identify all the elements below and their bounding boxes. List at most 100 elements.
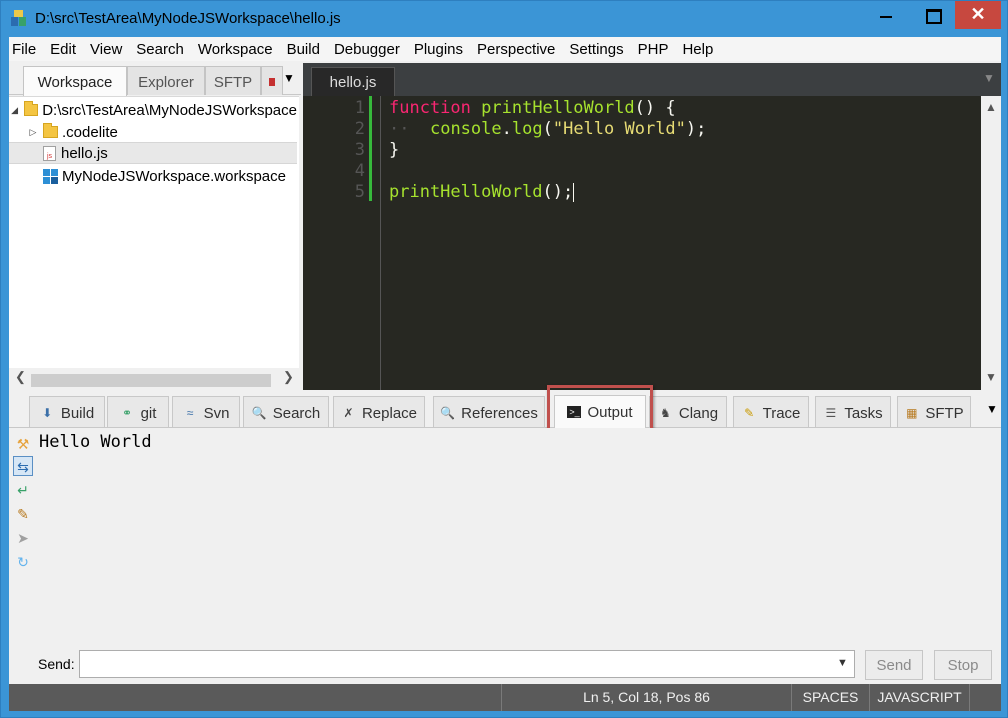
tab-sftp-output[interactable]: ▦ SFTP [897,396,971,427]
scroll-up-icon[interactable]: ▲ [985,100,997,114]
language-status[interactable]: JAVASCRIPT [869,684,969,711]
tree-item-workspace-file[interactable]: MyNodeJSWorkspace.workspace [9,165,297,187]
collapsed-triangle-icon[interactable]: ▷ [27,127,39,138]
object-token: console [429,119,502,139]
close-icon: ✕ [970,4,986,24]
tab-tasks[interactable]: ☰ Tasks [815,396,891,427]
tab-label: Tasks [844,405,883,422]
tab-sftp[interactable]: SFTP [205,66,261,95]
scroll-right-icon[interactable]: ❯ [283,369,294,385]
tree-item-codelite[interactable]: ▷ .codelite [9,121,297,143]
tab-workspace[interactable]: Workspace [23,66,127,96]
function-token: printHelloWorld [389,182,543,202]
clear-broom-icon[interactable]: ✎ [13,504,33,524]
scroll-left-icon[interactable]: ❮ [15,369,26,385]
tab-overflow[interactable] [261,66,283,95]
code-editor[interactable]: 1 2 3 4 5 function printHelloWorld() { ·… [303,96,981,390]
minimize-button[interactable] [863,1,909,29]
text-caret [573,182,575,202]
menu-perspective[interactable]: Perspective [477,41,555,58]
vertical-scrollbar[interactable]: ▲ ▼ [981,96,1001,390]
title-bar[interactable]: D:\src\TestArea\MyNodeJSWorkspace\hello.… [1,1,1007,37]
workspace-icon [43,168,58,184]
editor-tab-hello-js[interactable]: hello.js [311,67,395,96]
send-input[interactable] [79,650,855,678]
maximize-button[interactable] [909,1,955,29]
replace-icon: ✗ [343,406,354,420]
build-icon: ⬇ [42,406,53,420]
tab-label: Clang [678,405,719,422]
code-line-5: printHelloWorld(); [389,182,575,203]
hammer-icon[interactable]: ⚒ [13,434,33,454]
menu-workspace[interactable]: Workspace [198,41,273,58]
menu-view[interactable]: View [90,41,122,58]
editor-tabs: hello.js ▼ [303,63,1001,96]
output-text: Hello World [39,432,152,452]
tab-build[interactable]: ⬇ Build [29,396,105,427]
tab-label: Svn [203,405,230,422]
clang-icon: ♞ [660,406,671,420]
codelite-app-icon [11,10,26,26]
chevron-down-icon[interactable]: ▼ [983,71,995,85]
tab-git[interactable]: ⚭ git [107,396,169,427]
tab-label: Search [272,405,321,422]
cursor-position-status: Ln 5, Col 18, Pos 86 [501,684,791,711]
menu-php[interactable]: PHP [638,41,669,58]
indentation-status[interactable]: SPACES [791,684,869,711]
tree-item-label: .codelite [62,123,118,141]
word-wrap-toggle-icon[interactable]: ⇆ [13,456,33,476]
tree-item-label: MyNodeJSWorkspace.workspace [62,167,286,185]
sftp-icon: ▦ [906,406,918,420]
resize-grip-icon[interactable] [969,684,1001,711]
send-button[interactable]: Send [865,650,923,680]
tab-search[interactable]: 🔍 Search [243,396,329,427]
menu-help[interactable]: Help [682,41,713,58]
function-token: log [511,119,543,139]
chevron-down-icon[interactable]: ▼ [283,71,295,85]
punctuation-token: (); [542,182,574,202]
tab-svn[interactable]: ≈ Svn [172,396,240,427]
line-number: 5 [354,182,365,202]
tab-label: Build [60,405,95,422]
tab-explorer[interactable]: Explorer [127,66,205,95]
tab-label: Trace [762,405,801,422]
svn-icon: ≈ [186,406,194,420]
tasks-icon: ☰ [825,406,837,420]
tree-item-workspace-root[interactable]: ◢ D:\src\TestArea\MyNodeJSWorkspace [9,99,297,121]
menu-plugins[interactable]: Plugins [414,41,463,58]
send-paper-plane-icon[interactable]: ➤ [13,528,33,548]
menu-build[interactable]: Build [287,41,320,58]
menu-settings[interactable]: Settings [569,41,623,58]
redo-icon[interactable]: ↵ [13,480,33,500]
scrollbar-thumb[interactable] [31,374,271,387]
modified-lines-marker [369,96,372,201]
horizontal-scrollbar[interactable]: ❮ ❯ [9,368,299,388]
scroll-down-icon[interactable]: ▼ [985,370,997,384]
tab-trace[interactable]: ✎ Trace [733,396,809,427]
menu-search[interactable]: Search [136,41,184,58]
tab-label: Replace [361,405,418,422]
folder-icon [24,101,39,116]
output-pane: ⚒ ⇆ ↵ ✎ ➤ ↻ Hello World Send: ▼ Send Sto… [9,428,1001,684]
tab-clang[interactable]: ♞ Clang [649,396,727,427]
tab-references[interactable]: 🔍 References [433,396,545,427]
tree-item-hello-js[interactable]: js hello.js [9,142,297,164]
send-row: Send: ▼ Send Stop [9,646,1001,682]
chevron-down-icon[interactable]: ▼ [837,657,848,669]
menu-edit[interactable]: Edit [50,41,76,58]
tab-replace[interactable]: ✗ Replace [333,396,425,427]
menu-file[interactable]: File [12,41,36,58]
code-line-2: ·· console.log("Hello World"); [389,119,706,140]
close-button[interactable]: ✕ [955,1,1001,29]
chevron-down-icon[interactable]: ▼ [986,402,998,416]
refresh-icon[interactable]: ↻ [13,552,33,572]
folder-icon [43,123,58,138]
status-bar: Ln 5, Col 18, Pos 86 SPACES JAVASCRIPT [9,684,1001,711]
expanded-triangle-icon[interactable]: ◢ [9,105,20,116]
string-token: "Hello World" [552,119,686,139]
send-label: Send: [38,656,75,672]
stop-button[interactable]: Stop [934,650,992,680]
menu-debugger[interactable]: Debugger [334,41,400,58]
app-window: D:\src\TestArea\MyNodeJSWorkspace\hello.… [0,0,1008,718]
punctuation-token: . [501,119,512,139]
